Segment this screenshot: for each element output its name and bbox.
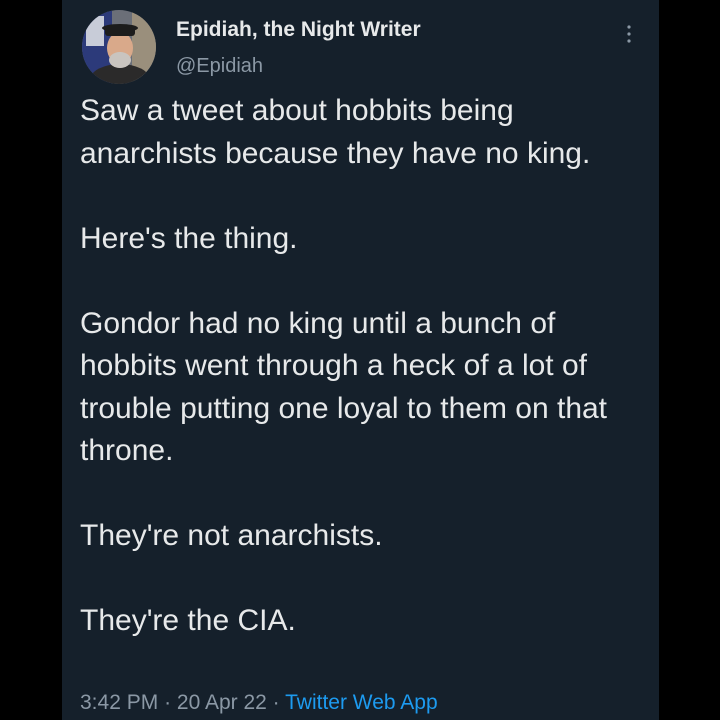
meta-separator: ·	[164, 691, 172, 714]
avatar-image	[82, 10, 156, 84]
author-handle[interactable]: @Epidiah	[176, 55, 263, 78]
tweet-paragraph: They're not anarchists.	[80, 519, 383, 552]
tweet-metadata: 3:42 PM · 20 Apr 22 · Twitter Web App	[80, 691, 438, 715]
author-display-name[interactable]: Epidiah, the Night Writer	[176, 18, 421, 42]
tweet-source-link[interactable]: Twitter Web App	[285, 691, 438, 714]
tweet-paragraph: Saw a tweet about hobbits being anarchis…	[80, 94, 591, 170]
tweet-card: Epidiah, the Night Writer @Epidiah Saw a…	[62, 0, 659, 720]
screenshot-canvas: Epidiah, the Night Writer @Epidiah Saw a…	[0, 0, 720, 720]
tweet-time[interactable]: 3:42 PM	[80, 691, 158, 714]
avatar[interactable]	[82, 10, 156, 84]
tweet-paragraph: They're the CIA.	[80, 604, 296, 637]
tweet-paragraph: Here's the thing.	[80, 221, 298, 255]
more-vertical-icon[interactable]	[622, 22, 636, 46]
tweet-date[interactable]: 20 Apr 22	[177, 691, 267, 714]
tweet-paragraph: Gondor had no king until a bunch of hobb…	[80, 306, 608, 468]
meta-separator: ·	[272, 691, 280, 714]
tweet-text: Saw a tweet about hobbits being anarchis…	[80, 90, 650, 643]
